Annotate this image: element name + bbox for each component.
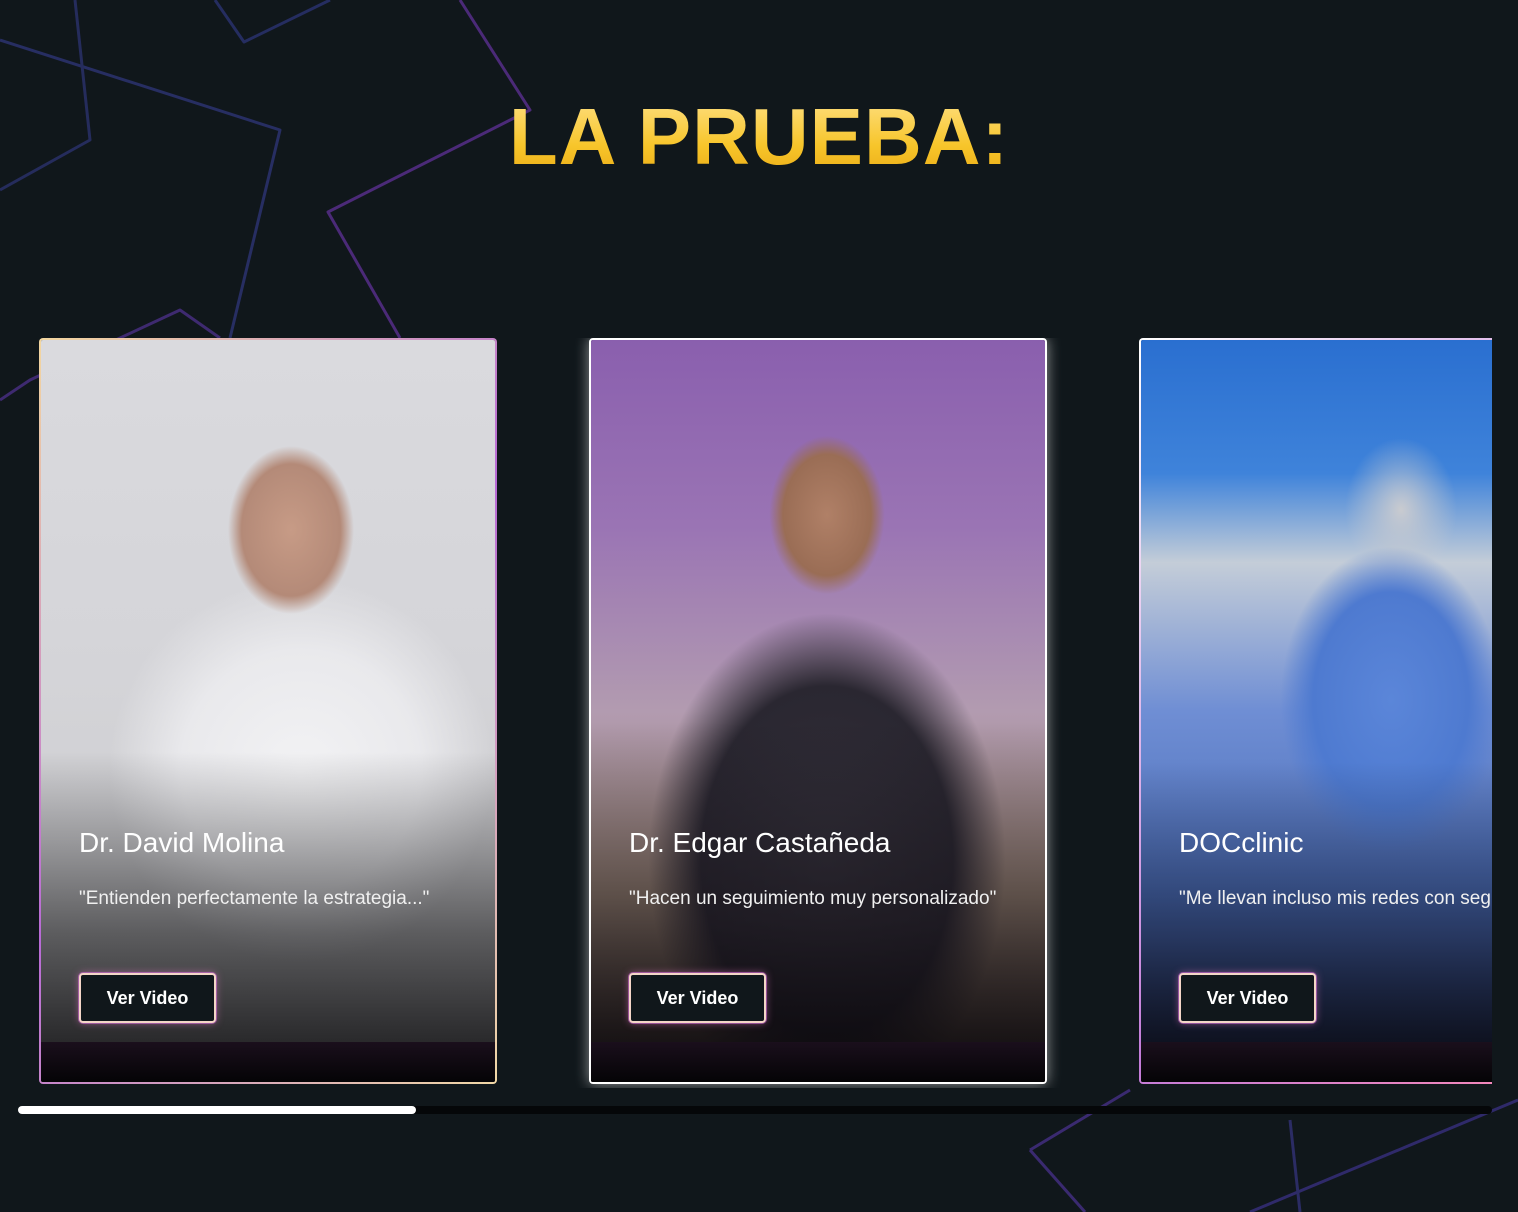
watch-video-button[interactable]: Ver Video [79,973,216,1023]
testimonial-card[interactable]: Dr. Edgar Castañeda "Hacen un seguimient… [589,338,1047,1084]
testimonial-quote: "Entienden perfectamente la estrategia..… [79,888,430,909]
carousel-scrollbar-thumb[interactable] [18,1106,416,1114]
card-bottom-band [1141,1042,1492,1082]
testimonial-quote: "Hacen un seguimiento muy personalizado" [629,888,997,909]
section-title: LA PRUEBA: [0,92,1518,182]
testimonial-card[interactable]: Dr. David Molina "Entienden perfectament… [39,338,497,1084]
testimonial-name: DOCclinic [1179,827,1304,858]
testimonial-card[interactable]: DOCclinic "Me llevan incluso mis redes c… [1139,338,1492,1084]
card-bottom-band [591,1042,1045,1082]
card-bottom-band [41,1042,495,1082]
testimonial-photo [1141,340,1492,1082]
testimonial-photo [591,340,1045,1082]
watch-video-button[interactable]: Ver Video [629,973,766,1023]
watch-video-button[interactable]: Ver Video [1179,973,1316,1023]
testimonial-quote: "Me llevan incluso mis redes con seguido… [1179,888,1492,909]
testimonial-photo [41,340,495,1082]
testimonial-name: Dr. Edgar Castañeda [629,827,891,858]
testimonial-carousel[interactable]: Dr. David Molina "Entienden perfectament… [0,338,1492,1088]
testimonial-name: Dr. David Molina [79,827,285,858]
